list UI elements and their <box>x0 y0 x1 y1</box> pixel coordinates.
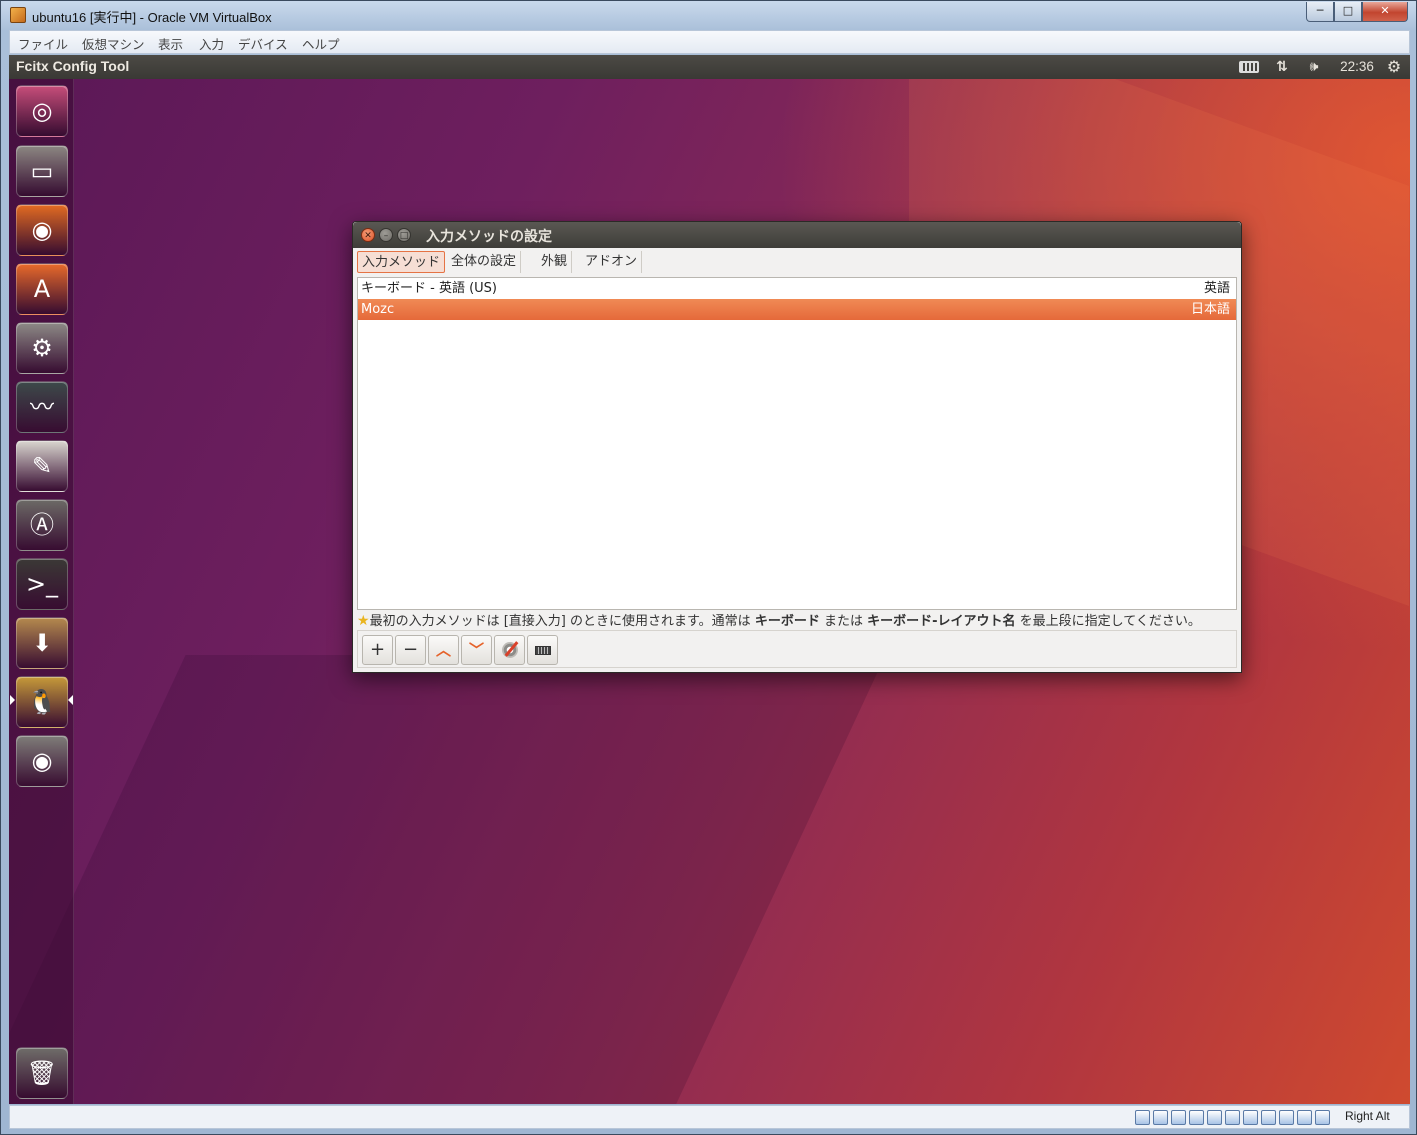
archive-manager-icon: ⬇ <box>31 629 53 657</box>
input-method-name: キーボード - 英語 (US) <box>361 281 497 296</box>
active-indicator <box>10 695 15 705</box>
network-icon[interactable] <box>1189 1110 1204 1125</box>
remove-button[interactable]: − <box>395 635 426 665</box>
network-icon[interactable]: ⇅ <box>1271 57 1293 77</box>
clock[interactable]: 22:36 <box>1335 57 1379 77</box>
usb-icon[interactable] <box>1207 1110 1222 1125</box>
launcher-archive-manager-icon[interactable]: ⬇ <box>16 617 68 669</box>
hint-part: を最上段に指定してください。 <box>1015 614 1201 629</box>
menu-view[interactable]: 表示 <box>158 34 183 53</box>
display-icon[interactable] <box>1243 1110 1258 1125</box>
host-status-bar: Right Alt <box>9 1105 1410 1129</box>
star-icon: ★ <box>357 613 370 629</box>
host-menubar: ファイル 仮想マシン 表示 入力 デバイス ヘルプ <box>9 30 1410 54</box>
menu-help[interactable]: ヘルプ <box>302 34 340 53</box>
menu-file[interactable]: ファイル <box>18 34 68 53</box>
tab-addons[interactable]: アドオン <box>581 251 643 273</box>
fcitx-icon: 🐧 <box>27 688 57 716</box>
launcher-terminal-icon[interactable]: >_ <box>16 558 68 610</box>
hint-keyword: キーボード <box>754 614 820 629</box>
firefox-icon: ◉ <box>31 216 53 244</box>
menu-machine[interactable]: 仮想マシン <box>82 34 145 53</box>
terminal-icon: >_ <box>25 570 59 598</box>
trash-icon: 🗑 <box>26 1059 58 1087</box>
virtualization-icon[interactable] <box>1279 1110 1294 1125</box>
dialog-minimize-button[interactable]: – <box>379 228 393 242</box>
input-method-list[interactable]: キーボード - 英語 (US) 英語 Mozc 日本語 <box>357 277 1237 610</box>
shared-folders-icon[interactable] <box>1225 1110 1240 1125</box>
top-panel: Fcitx Config Tool ⇅ 🕪 22:36 ⚙ <box>9 55 1410 79</box>
launcher-system-monitor-icon[interactable]: 〰 <box>16 381 68 433</box>
move-up-button[interactable]: ︿ <box>428 635 459 665</box>
wallpaper-facet <box>9 655 886 1104</box>
configure-icon <box>501 642 518 658</box>
launcher-dash-icon[interactable]: ◎ <box>16 85 68 137</box>
launcher-trash-icon[interactable]: 🗑 <box>16 1047 68 1099</box>
launcher-files-icon[interactable]: ▭ <box>16 145 68 197</box>
optical-drive-icon[interactable] <box>1153 1110 1168 1125</box>
launcher-firefox-icon[interactable]: ◉ <box>16 204 68 256</box>
host-titlebar: ubuntu16 [実行中] - Oracle VM VirtualBox ─ … <box>1 1 1416 29</box>
menu-input[interactable]: 入力 <box>199 34 224 53</box>
tab-global-config[interactable]: 全体の設定 <box>447 251 522 273</box>
hint-keyword: キーボード-レイアウト名 <box>867 614 1016 629</box>
power-icon[interactable]: ⚙ <box>1383 57 1405 77</box>
keyboard-capture-icon[interactable] <box>1315 1110 1330 1125</box>
launcher-text-editor-icon[interactable]: ✎ <box>16 440 68 492</box>
active-indicator <box>68 695 73 705</box>
virtualbox-app-icon <box>10 7 26 23</box>
dialog-titlebar[interactable]: ✕ – □ 入力メソッドの設定 <box>353 222 1241 248</box>
launcher-optical-disc-icon[interactable]: ◉ <box>16 735 68 787</box>
move-down-button[interactable]: ﹀ <box>461 635 492 665</box>
keyboard-layout-button[interactable] <box>527 635 558 665</box>
video-capture-icon[interactable] <box>1261 1110 1276 1125</box>
tab-appearance[interactable]: 外観 <box>537 251 573 273</box>
input-method-language: 英語 <box>1203 281 1230 296</box>
list-item[interactable]: キーボード - 英語 (US) 英語 <box>358 278 1236 299</box>
optical-disc-icon: ◉ <box>31 747 53 775</box>
launcher-fcitx-icon[interactable]: 🐧 <box>16 676 68 728</box>
list-toolbar: + − ︿ ﹀ <box>357 630 1237 668</box>
software-center-icon: A <box>33 275 51 303</box>
mouse-integration-icon[interactable] <box>1297 1110 1312 1125</box>
ubuntu-desktop: Fcitx Config Tool ⇅ 🕪 22:36 ⚙ ◎ ▭ ◉ A ⚙ 〰 ✎ Ⓐ >_… <box>9 55 1410 1104</box>
fcitx-config-dialog: ✕ – □ 入力メソッドの設定 入力メソッド 全体の設定 外観 アドオン キーボ… <box>352 221 1242 673</box>
host-window-title: ubuntu16 [実行中] - Oracle VM VirtualBox <box>32 10 272 25</box>
configure-button[interactable] <box>494 635 525 665</box>
add-button[interactable]: + <box>362 635 393 665</box>
launcher-software-center-icon[interactable]: A <box>16 263 68 315</box>
keyboard-icon[interactable] <box>1237 57 1261 77</box>
hint-text: ★最初の入力メソッドは [直接入力] のときに使用されます。通常は キーボード … <box>357 611 1241 631</box>
keyboard-layout-icon <box>534 646 551 655</box>
launcher-software-updater-icon[interactable]: Ⓐ <box>16 499 68 551</box>
input-method-language: 日本語 <box>1190 302 1230 317</box>
list-item-selected[interactable]: Mozc 日本語 <box>358 299 1236 320</box>
host-minimize-button[interactable]: ─ <box>1306 2 1334 22</box>
system-settings-icon: ⚙ <box>31 334 53 362</box>
host-key-label: Right Alt <box>1345 1109 1390 1123</box>
dialog-close-button[interactable]: ✕ <box>361 228 375 242</box>
volume-icon[interactable]: 🕪 <box>1302 57 1326 77</box>
launcher-system-settings-icon[interactable]: ⚙ <box>16 322 68 374</box>
launcher: ◎ ▭ ◉ A ⚙ 〰 ✎ Ⓐ >_ ⬇ 🐧 ◉ 🗑 <box>9 79 74 1104</box>
audio-icon[interactable] <box>1171 1110 1186 1125</box>
hard-disk-icon[interactable] <box>1135 1110 1150 1125</box>
virtualbox-window: ubuntu16 [実行中] - Oracle VM VirtualBox ─ … <box>0 0 1417 1135</box>
input-method-name: Mozc <box>361 302 395 317</box>
dash-icon: ◎ <box>31 97 53 125</box>
host-maximize-button[interactable]: □ <box>1334 2 1362 22</box>
host-close-button[interactable]: ✕ <box>1362 2 1408 22</box>
dialog-title: 入力メソッドの設定 <box>426 229 552 245</box>
active-app-title: Fcitx Config Tool <box>16 58 130 74</box>
hint-part: 最初の入力メソッドは [直接入力] のときに使用されます。通常は <box>369 614 755 629</box>
files-icon: ▭ <box>30 157 54 185</box>
tab-input-method[interactable]: 入力メソッド <box>357 251 446 273</box>
menu-devices[interactable]: デバイス <box>238 34 288 53</box>
system-monitor-icon: 〰 <box>30 393 54 421</box>
hint-part: または <box>819 614 868 629</box>
text-editor-icon: ✎ <box>31 452 53 480</box>
dialog-maximize-button[interactable]: □ <box>397 228 411 242</box>
software-updater-icon: Ⓐ <box>30 511 54 539</box>
